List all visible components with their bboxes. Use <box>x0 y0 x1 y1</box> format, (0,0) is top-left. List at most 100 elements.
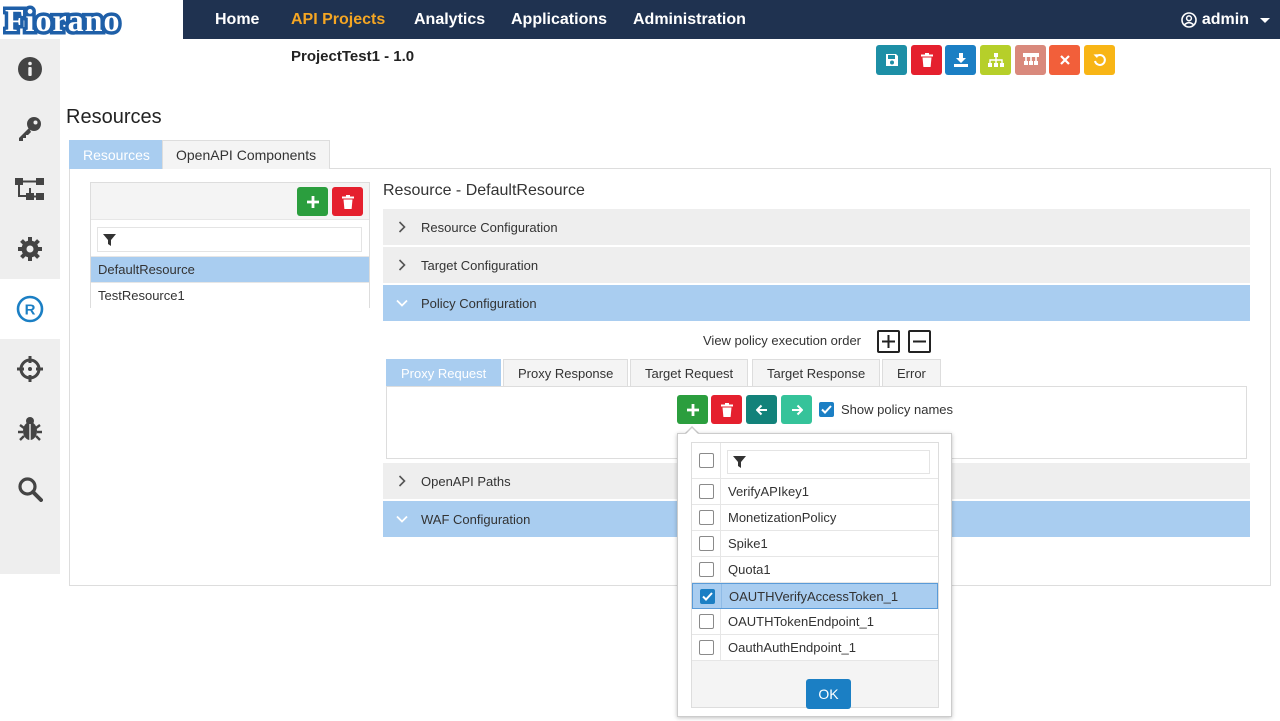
policy-list-header <box>692 443 938 479</box>
policy-checkbox[interactable] <box>698 510 714 525</box>
move-right-button[interactable] <box>781 395 812 424</box>
add-resource-button[interactable] <box>297 187 328 216</box>
filter-icon <box>733 456 746 468</box>
expand-exec-order-button[interactable] <box>877 330 900 353</box>
fiorano-logo[interactable]: Fiorano <box>0 0 183 39</box>
save-button[interactable] <box>876 45 907 75</box>
user-menu[interactable]: admin <box>1181 11 1270 29</box>
policy-checkbox[interactable] <box>698 640 714 655</box>
tab-target-response[interactable]: Target Response <box>752 359 881 387</box>
resource-heading: Resource - DefaultResource <box>383 182 585 199</box>
collapse-exec-order-button[interactable] <box>908 330 931 353</box>
policy-label: OauthAuthEndpoint_1 <box>728 640 856 655</box>
tab-resources[interactable]: Resources <box>69 140 164 169</box>
policy-checkbox[interactable] <box>698 562 714 577</box>
tab-error[interactable]: Error <box>882 359 941 387</box>
ok-button[interactable]: OK <box>806 679 851 709</box>
policy-item[interactable]: Quota1 <box>692 557 938 583</box>
minus-square-icon <box>913 340 926 343</box>
policy-item[interactable]: MonetizationPolicy <box>692 505 938 531</box>
section-resource-configuration[interactable]: Resource Configuration <box>383 209 1250 245</box>
gear-icon <box>18 237 42 261</box>
tab-proxy-response[interactable]: Proxy Response <box>503 359 629 387</box>
sidebar-info[interactable] <box>0 39 60 99</box>
select-all-checkbox[interactable] <box>698 453 714 468</box>
info-icon <box>18 57 42 81</box>
section-policy-configuration[interactable]: Policy Configuration <box>383 285 1250 321</box>
download-icon <box>953 53 968 67</box>
policy-label: OAUTHVerifyAccessToken_1 <box>729 588 899 604</box>
bug-icon <box>18 417 42 441</box>
registered-icon: R <box>16 295 44 323</box>
plus-square-icon <box>882 335 895 348</box>
resource-filter-row <box>91 219 369 256</box>
sidebar-flow[interactable] <box>0 159 60 219</box>
top-navbar: Fiorano Home API Projects Analytics Appl… <box>0 0 1280 39</box>
sidebar-settings[interactable] <box>0 219 60 279</box>
sidebar-debug[interactable] <box>0 399 60 459</box>
add-policy-button[interactable] <box>677 395 708 424</box>
policy-label: OAUTHTokenEndpoint_1 <box>728 614 874 629</box>
deploy-button[interactable] <box>1015 45 1046 75</box>
resource-item-testresource1[interactable]: TestResource1 <box>91 282 369 308</box>
logo-text: Fiorano <box>5 5 120 35</box>
move-left-button[interactable] <box>746 395 777 424</box>
nav-api-projects[interactable]: API Projects <box>291 11 385 29</box>
key-icon <box>19 117 41 141</box>
show-policy-names-checkbox[interactable] <box>819 402 834 417</box>
user-name: admin <box>1201 11 1249 28</box>
delete-resource-button[interactable] <box>332 187 363 216</box>
nav-analytics[interactable]: Analytics <box>414 11 485 29</box>
undo-button[interactable] <box>1084 45 1115 75</box>
chevron-right-icon <box>398 475 406 487</box>
section-target-configuration[interactable]: Target Configuration <box>383 247 1250 283</box>
policy-item[interactable]: OauthAuthEndpoint_1 <box>692 635 938 661</box>
tab-proxy-request[interactable]: Proxy Request <box>386 359 502 387</box>
section-label: Policy Configuration <box>421 295 537 311</box>
nav-home[interactable]: Home <box>215 11 259 29</box>
sidebar-search[interactable] <box>0 459 60 519</box>
close-icon <box>1059 55 1070 65</box>
left-sidebar: R <box>0 39 60 574</box>
tab-openapi-components[interactable]: OpenAPI Components <box>162 140 331 169</box>
trash-icon <box>720 402 733 417</box>
delete-policy-button[interactable] <box>711 395 742 424</box>
policy-item[interactable]: OAUTHTokenEndpoint_1 <box>692 609 938 635</box>
policy-filter-input[interactable] <box>727 450 930 474</box>
policy-checkbox[interactable] <box>698 536 714 551</box>
resource-filter-input[interactable] <box>97 227 362 252</box>
policy-item[interactable]: VerifyAPIkey1 <box>692 479 938 505</box>
sitemap-icon <box>987 53 1004 67</box>
nav-applications[interactable]: Applications <box>511 11 607 29</box>
policy-label: Spike1 <box>728 536 768 551</box>
exec-order-label: View policy execution order <box>703 333 862 348</box>
close-button[interactable] <box>1049 45 1080 75</box>
hierarchy-button[interactable] <box>980 45 1011 75</box>
chevron-down-icon <box>396 515 408 523</box>
page-title: Resources <box>66 106 162 128</box>
policy-checkbox[interactable] <box>698 484 714 499</box>
resource-item-defaultresource[interactable]: DefaultResource <box>91 256 369 282</box>
download-button[interactable] <box>945 45 976 75</box>
section-label: OpenAPI Paths <box>421 473 511 489</box>
policy-checkbox[interactable] <box>698 614 714 629</box>
tab-target-request[interactable]: Target Request <box>630 359 749 387</box>
delete-project-button[interactable] <box>911 45 942 75</box>
check-icon <box>701 591 713 601</box>
sidebar-target[interactable] <box>0 339 60 399</box>
nav-administration[interactable]: Administration <box>633 11 746 29</box>
policy-item[interactable]: Spike1 <box>692 531 938 557</box>
chevron-right-icon <box>398 259 406 271</box>
sidebar-resources[interactable]: R <box>0 279 60 339</box>
plus-icon <box>686 403 699 416</box>
trash-icon <box>341 194 354 209</box>
trash-icon <box>920 53 933 67</box>
resource-list: DefaultResource TestResource1 <box>90 182 370 308</box>
policy-item-selected[interactable]: OAUTHVerifyAccessToken_1 <box>692 583 938 609</box>
show-policy-names-toggle[interactable]: Show policy names <box>819 402 953 417</box>
show-policy-names-label: Show policy names <box>841 402 953 417</box>
sidebar-security[interactable] <box>0 99 60 159</box>
policy-checkbox[interactable] <box>699 588 715 604</box>
section-label: Target Configuration <box>421 257 539 273</box>
crosshair-icon <box>17 356 43 382</box>
